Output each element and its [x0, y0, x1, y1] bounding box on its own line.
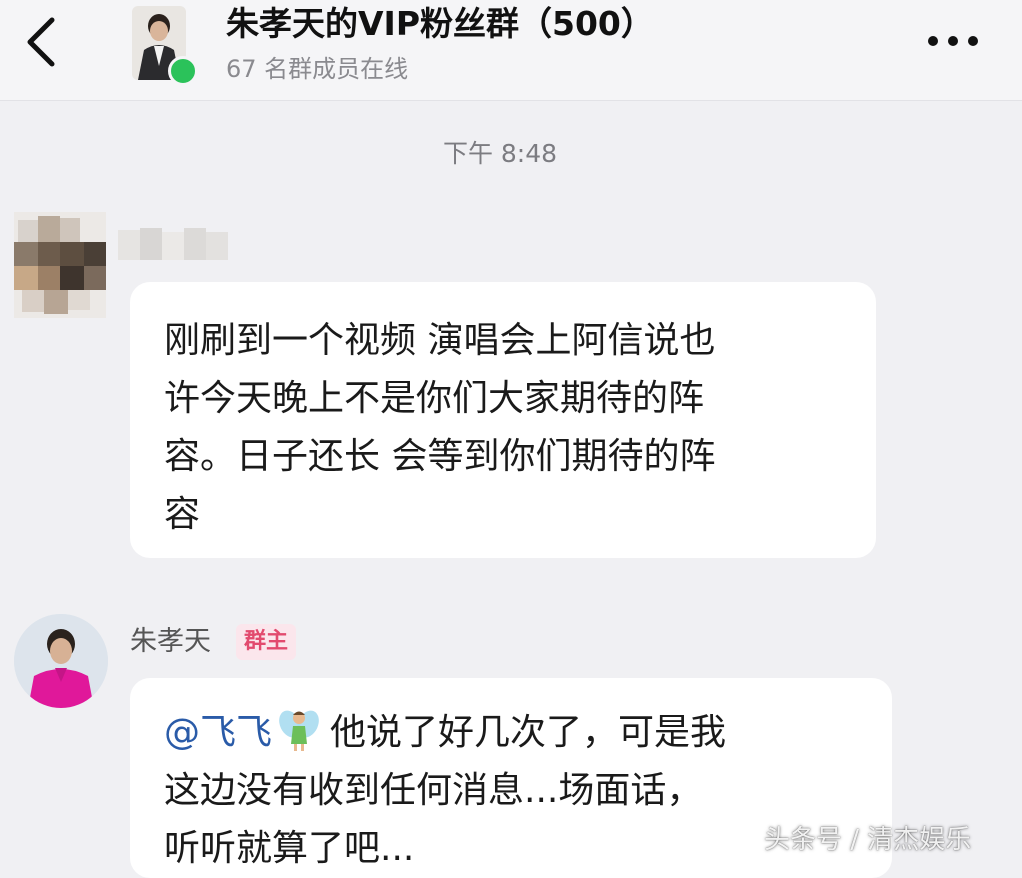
sender-name[interactable]: 朱孝天 [130, 622, 211, 662]
back-button[interactable] [18, 14, 68, 70]
message-line: 刚刷到一个视频 演唱会上阿信说也 [164, 320, 716, 361]
owner-avatar[interactable] [14, 614, 108, 708]
group-title: 朱孝天的VIP粉丝群（500） [226, 4, 654, 43]
watermark: 头条号 / 清杰娱乐 [764, 825, 972, 855]
message-line: 听听就算了吧... [164, 828, 415, 869]
message-text: 他说了好几次了，可是我 [330, 712, 727, 753]
message-line: 许今天晚上不是你们大家期待的阵 [164, 378, 705, 419]
online-status-dot [168, 56, 198, 86]
message-line: 容。日子还长 会等到你们期待的阵 [164, 436, 716, 477]
group-owner-badge: 群主 [236, 624, 297, 660]
sender-avatar-blurred[interactable] [14, 212, 106, 318]
chevron-left-icon [27, 17, 55, 67]
chat-header: 朱孝天的VIP粉丝群（500） 67 名群成员在线 [0, 0, 1022, 101]
online-member-count: 67 名群成员在线 [226, 55, 409, 83]
fairy-emoji-icon [276, 706, 322, 752]
more-button[interactable] [918, 26, 988, 56]
mention-link[interactable]: @飞飞 [164, 712, 272, 753]
message-line: @飞飞 他说了好几次了，可是我 [164, 704, 858, 762]
message-line: 容 [164, 494, 201, 535]
message-timestamp: 下午 8:48 [442, 139, 558, 168]
message-line: 这边没有收到任何消息...场面话， [164, 770, 703, 811]
more-horizontal-icon [928, 36, 978, 46]
message-bubble[interactable]: 刚刷到一个视频 演唱会上阿信说也 许今天晚上不是你们大家期待的阵 容。日子还长 … [130, 282, 876, 558]
sender-name-blurred [118, 226, 230, 264]
